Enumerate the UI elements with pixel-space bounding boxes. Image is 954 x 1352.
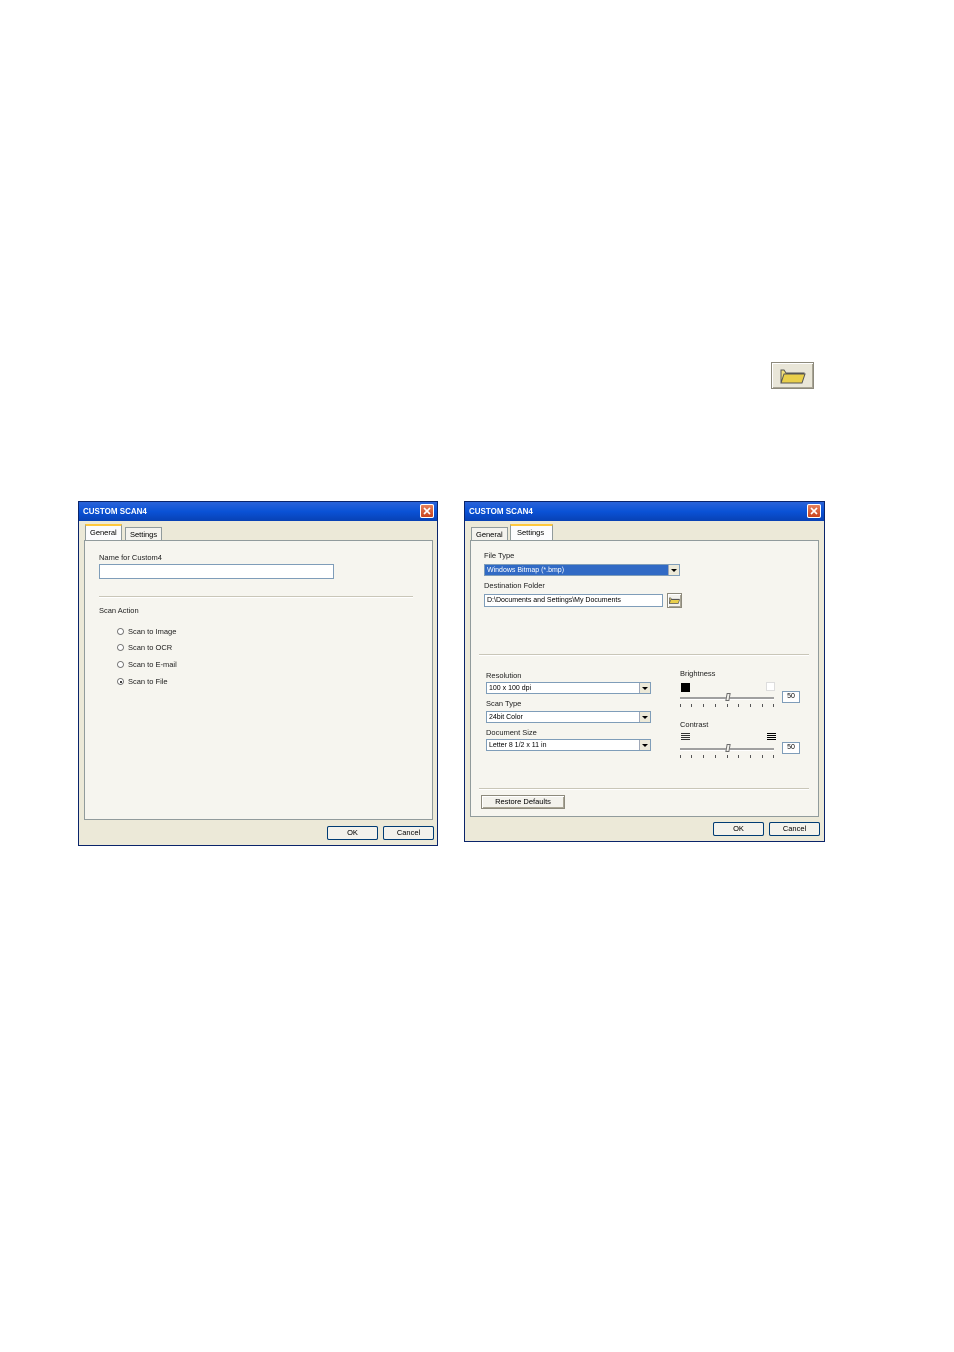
contrast-value[interactable]: 50 (782, 742, 800, 754)
file-type-label: File Type (484, 551, 515, 560)
file-type-select[interactable]: Windows Bitmap (*.bmp) (484, 564, 680, 576)
tab-general[interactable]: General (85, 524, 122, 540)
divider (99, 596, 413, 598)
folder-icon (780, 369, 806, 384)
radio-scan-to-image[interactable] (117, 628, 124, 635)
scan-action-label: Scan Action (99, 606, 139, 615)
divider (479, 654, 809, 656)
close-button[interactable] (807, 504, 821, 518)
name-field[interactable] (99, 564, 334, 579)
name-label: Name for Custom4 (99, 553, 162, 562)
tab-settings[interactable]: Settings (510, 524, 554, 540)
radio-scan-to-ocr[interactable] (117, 644, 124, 651)
scan-type-label: Scan Type (486, 699, 522, 708)
divider (479, 788, 809, 790)
cancel-button[interactable]: Cancel (769, 822, 820, 836)
dark-square-icon (681, 683, 690, 692)
chevron-down-icon[interactable] (639, 683, 650, 693)
restore-defaults-button[interactable]: Restore Defaults (481, 795, 565, 809)
close-icon (423, 507, 431, 515)
browse-folder-button[interactable] (667, 593, 682, 608)
document-size-label: Document Size (486, 728, 537, 737)
option-scan-to-ocr: Scan to OCR (128, 643, 173, 652)
resolution-select[interactable]: 100 x 100 dpi (486, 682, 651, 694)
destination-folder-field[interactable]: D:\Documents and Settings\My Documents (484, 594, 663, 607)
contrast-label: Contrast (680, 720, 709, 729)
document-size-select[interactable]: Letter 8 1/2 x 11 in (486, 739, 651, 751)
chevron-down-icon[interactable] (639, 740, 650, 750)
ok-button[interactable]: OK (713, 822, 764, 836)
custom-scan-dialog-general: CUSTOM SCAN4 General Settings Name for C… (78, 501, 438, 846)
folder-icon (669, 597, 680, 604)
contrast-ticks (680, 755, 774, 758)
option-scan-to-email: Scan to E-mail (128, 660, 177, 669)
tab-panel: File Type Windows Bitmap (*.bmp) Destina… (470, 540, 819, 817)
chevron-down-icon[interactable] (639, 712, 650, 722)
low-contrast-icon (681, 733, 690, 742)
cancel-button[interactable]: Cancel (383, 826, 434, 840)
dialog-title: CUSTOM SCAN4 (469, 507, 533, 516)
option-scan-to-image: Scan to Image (128, 627, 177, 636)
high-contrast-icon (767, 733, 776, 742)
tab-panel: Name for Custom4 Scan Action Scan to Ima… (84, 540, 433, 820)
custom-scan-dialog-settings: CUSTOM SCAN4 General Settings File Type … (464, 501, 825, 842)
close-button[interactable] (420, 504, 434, 518)
brightness-label: Brightness (680, 669, 716, 678)
dialog-title: CUSTOM SCAN4 (83, 507, 147, 516)
close-icon (810, 507, 818, 515)
folder-button[interactable] (771, 362, 814, 389)
destination-folder-label: Destination Folder (484, 581, 545, 590)
ok-button[interactable]: OK (327, 826, 378, 840)
tab-general[interactable]: General (471, 527, 508, 541)
option-scan-to-file: Scan to File (128, 677, 168, 686)
resolution-label: Resolution (486, 671, 522, 680)
title-bar: CUSTOM SCAN4 (79, 502, 437, 521)
brightness-value[interactable]: 50 (782, 691, 800, 703)
tab-settings[interactable]: Settings (125, 527, 163, 541)
brightness-ticks (680, 704, 774, 707)
light-square-icon (766, 682, 775, 691)
scan-type-select[interactable]: 24bit Color (486, 711, 651, 723)
radio-scan-to-file[interactable] (117, 678, 124, 685)
chevron-down-icon[interactable] (668, 565, 679, 575)
title-bar: CUSTOM SCAN4 (465, 502, 824, 521)
radio-scan-to-email[interactable] (117, 661, 124, 668)
